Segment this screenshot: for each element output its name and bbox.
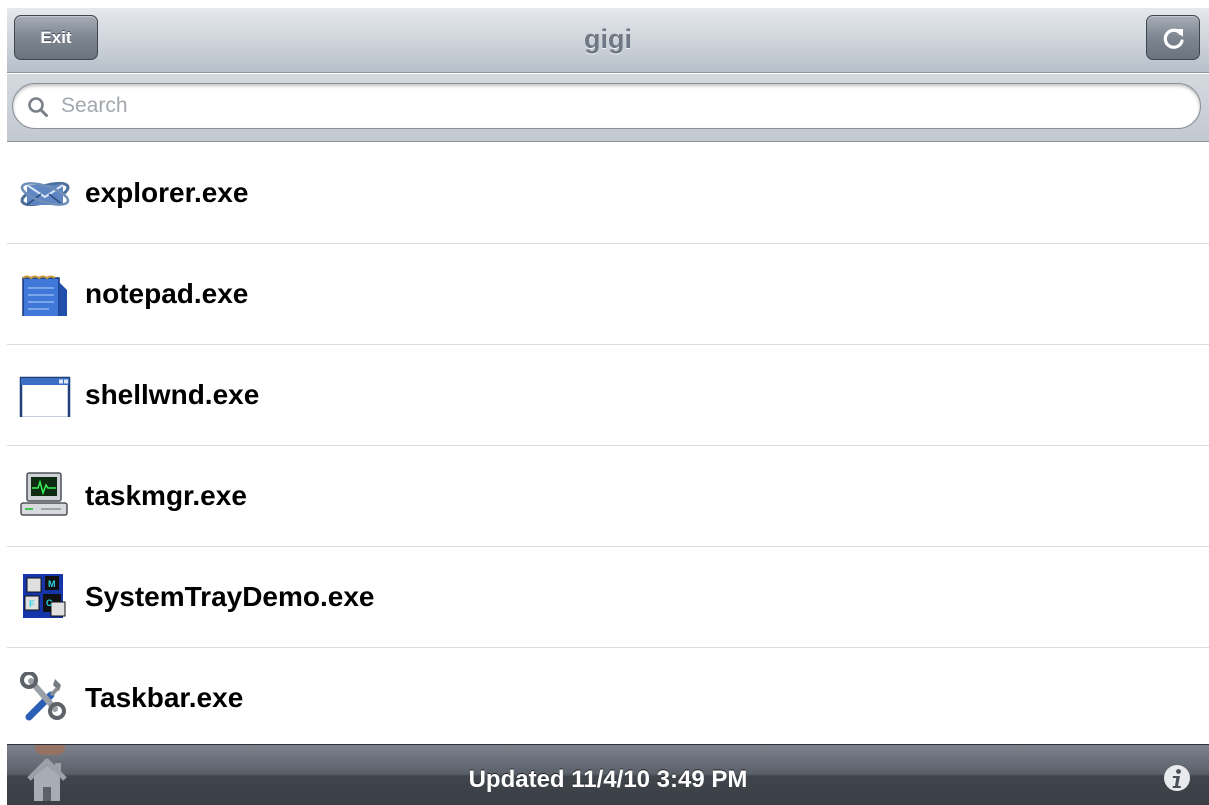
refresh-icon [1163,28,1184,49]
search-bar [7,74,1209,142]
window-icon [19,376,71,417]
list-item[interactable]: taskmgr.exe [7,446,1209,547]
list-item[interactable]: M F C SystemTrayDemo.exe [7,547,1209,648]
mfc-app-icon: M F C [23,574,66,618]
svg-text:C: C [46,598,53,608]
list-item[interactable]: notepad.exe [7,244,1209,345]
info-icon[interactable] [1162,763,1192,793]
notepad-icon [22,275,67,316]
tools-icon [20,672,66,721]
process-name: Taskbar.exe [85,682,244,713]
process-name: SystemTrayDemo.exe [85,581,375,612]
explorer-icon [20,181,70,207]
list-item[interactable]: Taskbar.exe [7,648,1209,743]
task-manager-icon [20,472,68,516]
page-title: gigi [584,24,632,54]
svg-text:M: M [48,579,56,589]
list-item[interactable]: shellwnd.exe [7,345,1209,446]
refresh-button[interactable] [1146,15,1200,60]
search-icon [28,97,48,117]
search-field[interactable] [12,83,1201,129]
exit-button[interactable]: Exit [14,15,98,60]
search-input[interactable] [61,91,1181,121]
svg-text:F: F [29,599,35,609]
process-list: explorer.exe notepad.exe shellwnd.exe ta… [7,143,1209,743]
process-name: explorer.exe [85,177,249,208]
list-item[interactable]: explorer.exe [7,143,1209,244]
process-name: shellwnd.exe [85,379,260,410]
navigation-bar: gigi Exit [7,8,1209,73]
process-name: taskmgr.exe [85,480,247,511]
bottom-toolbar: Updated 11/4/10 3:49 PM [7,744,1209,805]
process-name: notepad.exe [85,278,249,309]
last-updated-status: Updated 11/4/10 3:49 PM [468,766,748,793]
